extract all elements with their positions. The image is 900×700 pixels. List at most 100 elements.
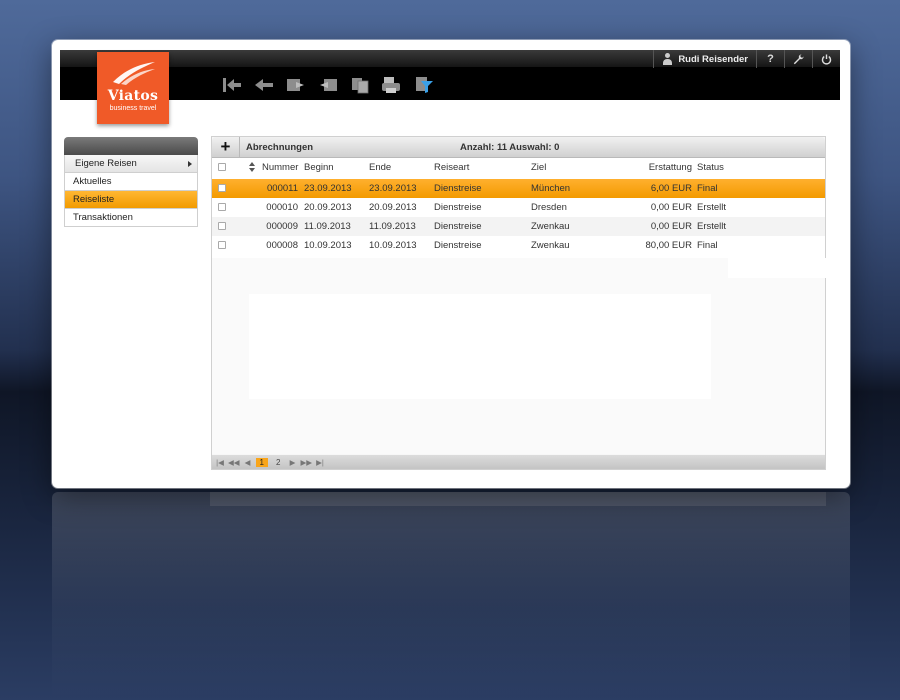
cell-erstattung: 0,00 EUR: [650, 221, 692, 232]
copy-document-icon: [352, 78, 369, 94]
first-page-icon[interactable]: |◀: [216, 458, 224, 467]
cell-status: Final: [697, 240, 718, 251]
sidebar-group-label: Eigene Reisen: [75, 158, 137, 169]
window-reflection: [52, 492, 850, 700]
travel-table: Nummer Beginn Ende Reiseart Ziel Erstatt…: [212, 158, 825, 258]
cell-ende: 20.09.2013: [369, 202, 417, 213]
row-checkbox[interactable]: [218, 241, 226, 249]
help-button[interactable]: ?: [756, 50, 784, 68]
column-header-status[interactable]: Status: [697, 158, 724, 177]
filter-button[interactable]: [412, 74, 436, 96]
next-page-icon[interactable]: ▶: [288, 458, 296, 467]
power-icon: [821, 54, 832, 64]
sidebar-item-reiseliste[interactable]: Reiseliste: [64, 191, 198, 209]
cell-erstattung: 6,00 EUR: [650, 183, 692, 194]
logout-button[interactable]: [812, 50, 840, 68]
sidebar-item-label: Reiseliste: [73, 194, 115, 205]
settings-button[interactable]: [784, 50, 812, 68]
help-icon: ?: [767, 53, 774, 65]
table-row[interactable]: 000011 23.09.2013 23.09.2013 Dienstreise…: [212, 179, 825, 198]
page-1-button[interactable]: 1: [255, 457, 268, 467]
filter-icon: [416, 77, 433, 93]
toolbar: [220, 74, 436, 96]
sidebar-item-transaktionen[interactable]: Transaktionen: [64, 209, 198, 227]
back-icon: [255, 79, 273, 91]
table-row[interactable]: 000009 11.09.2013 11.09.2013 Dienstreise…: [212, 217, 825, 236]
selection-count: Anzahl: 11 Auswahl: 0: [460, 142, 560, 153]
user-name: Rudi Reisender: [678, 53, 748, 65]
cell-erstattung: 0,00 EUR: [650, 202, 692, 213]
empty-block: [728, 258, 827, 278]
cell-ende: 23.09.2013: [369, 183, 417, 194]
brand-name: Viatos: [107, 88, 159, 104]
cell-nummer: 000009: [266, 221, 298, 232]
select-all-checkbox[interactable]: [218, 163, 226, 171]
fast-forward-icon[interactable]: ▶▶: [300, 458, 312, 467]
forward-document-button[interactable]: [284, 74, 308, 96]
sidebar-item-aktuelles[interactable]: Aktuelles: [64, 173, 198, 191]
pagination-bar: |◀ ◀◀ ◀ 1 2 ▶ ▶▶ ▶|: [212, 455, 825, 469]
first-icon: [223, 78, 241, 92]
abrechnungen-panel: + Abrechnungen Anzahl: 11 Auswahl: 0 Num…: [211, 136, 827, 470]
cell-reiseart: Dienstreise: [434, 202, 482, 213]
first-button[interactable]: [220, 74, 244, 96]
row-checkbox[interactable]: [218, 222, 226, 230]
column-header-ende[interactable]: Ende: [369, 158, 391, 177]
cell-beginn: 10.09.2013: [304, 240, 352, 251]
column-header-ziel[interactable]: Ziel: [531, 158, 546, 177]
cell-beginn: 20.09.2013: [304, 202, 352, 213]
cell-status: Erstellt: [697, 221, 727, 232]
sort-icon[interactable]: [249, 162, 256, 173]
cell-reiseart: Dienstreise: [434, 183, 482, 194]
sidebar-group-eigene-reisen[interactable]: Eigene Reisen: [64, 155, 198, 173]
return-document-button[interactable]: [316, 74, 340, 96]
panel-title: Abrechnungen: [246, 142, 314, 153]
app-window: Rudi Reisender ? Viatos business travel …: [52, 40, 850, 488]
forward-document-icon: [287, 79, 304, 91]
panel-header: + Abrechnungen Anzahl: 11 Auswahl: 0: [212, 137, 825, 158]
table-row[interactable]: 000008 10.09.2013 10.09.2013 Dienstreise…: [212, 236, 825, 255]
cell-beginn: 11.09.2013: [304, 221, 351, 232]
table-header-row: Nummer Beginn Ende Reiseart Ziel Erstatt…: [212, 158, 825, 177]
add-button[interactable]: +: [212, 137, 240, 158]
previous-page-icon[interactable]: ◀: [244, 458, 252, 467]
copy-document-button[interactable]: [348, 74, 372, 96]
cell-ziel: Zwenkau: [531, 221, 570, 232]
sidebar: Eigene Reisen Aktuelles Reiseliste Trans…: [64, 137, 198, 227]
empty-block: [249, 294, 711, 399]
print-button[interactable]: [380, 74, 404, 96]
rewind-icon[interactable]: ◀◀: [228, 458, 240, 467]
sidebar-item-label: Transaktionen: [73, 212, 133, 223]
user-icon: [662, 53, 673, 65]
chevron-right-icon: [188, 161, 192, 167]
column-header-erstattung[interactable]: Erstattung: [622, 158, 692, 177]
cell-ende: 10.09.2013: [369, 240, 417, 251]
sidebar-item-label: Aktuelles: [73, 176, 112, 187]
cell-nummer: 000008: [266, 240, 298, 251]
cell-reiseart: Dienstreise: [434, 240, 482, 251]
user-box: Rudi Reisender ?: [653, 50, 840, 68]
cell-ziel: Zwenkau: [531, 240, 570, 251]
row-checkbox[interactable]: [218, 203, 226, 211]
table-row[interactable]: 000010 20.09.2013 20.09.2013 Dienstreise…: [212, 198, 825, 217]
user-menu[interactable]: Rudi Reisender: [653, 50, 756, 68]
cell-erstattung: 80,00 EUR: [645, 240, 692, 251]
column-header-nummer[interactable]: Nummer: [262, 158, 298, 177]
cell-status: Erstellt: [697, 202, 727, 213]
page-2-button[interactable]: 2: [272, 458, 284, 467]
cell-reiseart: Dienstreise: [434, 221, 482, 232]
cell-ende: 11.09.2013: [369, 221, 416, 232]
cell-ziel: München: [531, 183, 571, 194]
cell-status: Final: [697, 183, 718, 194]
back-button[interactable]: [252, 74, 276, 96]
row-checkbox[interactable]: [218, 184, 226, 192]
wrench-icon: [793, 53, 804, 64]
column-header-beginn[interactable]: Beginn: [304, 158, 334, 177]
logo-swoosh-icon: [113, 62, 155, 85]
last-page-icon[interactable]: ▶|: [316, 458, 324, 467]
column-header-reiseart[interactable]: Reiseart: [434, 158, 469, 177]
sidebar-header: [64, 137, 198, 155]
cell-nummer: 000010: [266, 202, 298, 213]
reflection-pager: [210, 492, 826, 506]
cell-ziel: Dresden: [531, 202, 567, 213]
